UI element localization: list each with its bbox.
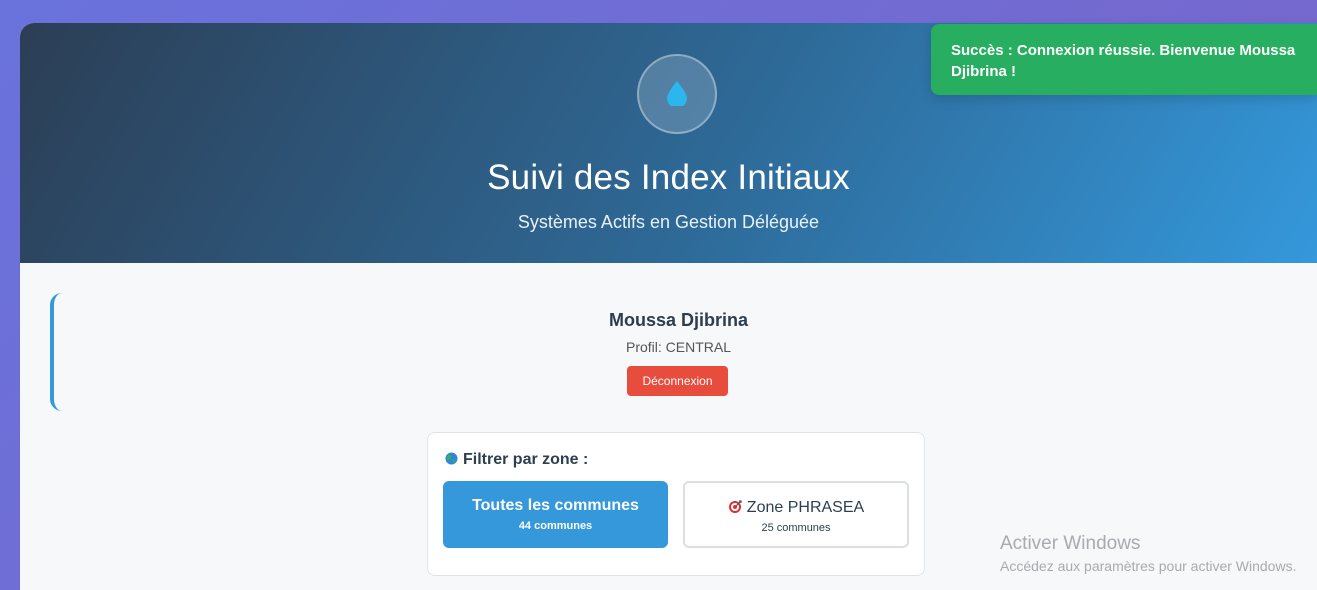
page-subtitle: Systèmes Actifs en Gestion Déléguée bbox=[517, 212, 820, 232]
logout-button[interactable]: Déconnexion bbox=[627, 366, 728, 396]
page-title: Suivi des Index Initiaux bbox=[487, 158, 850, 197]
windows-activation-subtitle: Accédez aux paramètres pour activer Wind… bbox=[1000, 558, 1297, 574]
user-name: Moussa Djibrina bbox=[608, 310, 749, 330]
zone-name: Zone PHRASEA bbox=[746, 499, 865, 516]
windows-activation-title: Activer Windows bbox=[1000, 533, 1141, 554]
filter-title-label: Filtrer par zone : bbox=[463, 451, 589, 468]
app-logo bbox=[637, 54, 717, 134]
target-icon bbox=[728, 500, 742, 513]
zone-count: 44 communes bbox=[518, 520, 593, 532]
zone-name-row: Zone PHRASEA bbox=[685, 499, 907, 517]
zone-button-all[interactable]: Toutes les communes 44 communes bbox=[443, 481, 668, 548]
water-drop-icon bbox=[667, 81, 687, 106]
zone-name: Toutes les communes bbox=[472, 497, 639, 514]
filter-title: Filtrer par zone : bbox=[445, 451, 588, 469]
zone-count: 25 communes bbox=[761, 522, 831, 534]
zone-button-phrasea[interactable]: Zone PHRASEA 25 communes bbox=[683, 481, 909, 548]
success-toast: Succès : Connexion réussie. Bienvenue Mo… bbox=[931, 24, 1317, 95]
globe-icon bbox=[445, 452, 458, 465]
user-profile: Profil: CENTRAL bbox=[625, 339, 732, 355]
